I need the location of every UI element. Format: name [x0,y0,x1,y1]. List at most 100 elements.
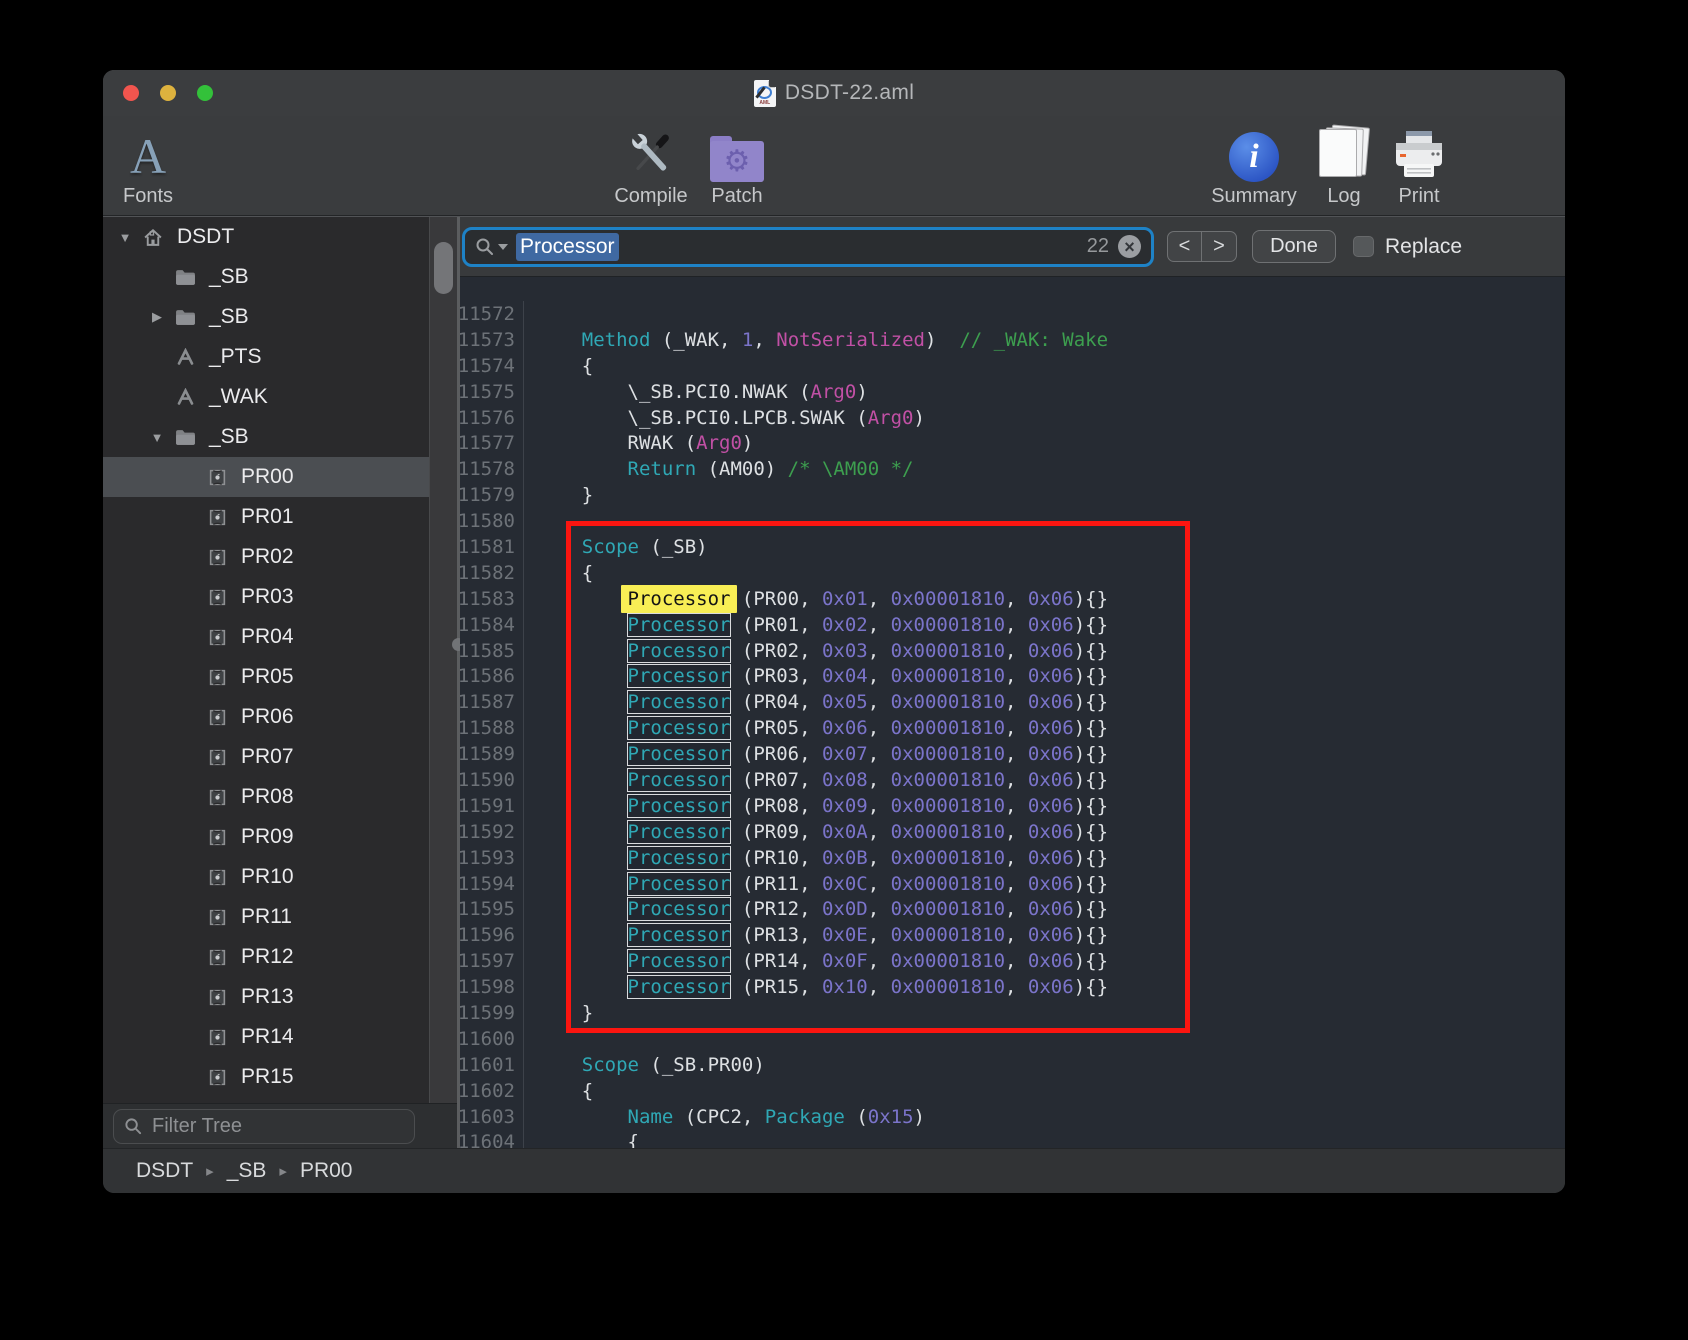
tree-item-pr11[interactable]: PR11 [103,897,429,937]
tree-item-pr10[interactable]: PR10 [103,857,429,897]
code-text: Processor (PR10, 0x0B, 0x00001810, 0x06)… [524,847,1108,869]
minimize-window-button[interactable] [160,85,176,101]
search-menu-button[interactable] [475,237,508,257]
fonts-button[interactable]: A Fonts [103,124,208,208]
code-editor[interactable]: 1157211573 Method (_WAK, 1, NotSerialize… [460,277,1565,1148]
tree-item-_pts[interactable]: _PTS [103,337,429,377]
tree-item-pr04[interactable]: PR04 [103,617,429,657]
tree-item-label: _SB [209,265,249,289]
code-line: 11580 [460,508,1565,534]
find-query-text: Processor [516,233,619,261]
replace-group: Replace [1353,235,1462,259]
log-label: Log [1327,185,1360,208]
tree-item-pr09[interactable]: PR09 [103,817,429,857]
code-line: 11586 Processor (PR03, 0x04, 0x00001810,… [460,663,1565,689]
chip-icon [201,788,233,807]
search-match: Processor [628,847,731,869]
tree-item-dsdt[interactable]: ▼DSDT [103,217,429,257]
folder-icon [169,269,201,286]
fonts-icon: A [130,124,166,182]
line-number: 11574 [460,353,524,379]
print-label: Print [1398,185,1439,208]
chevron-down-icon [498,244,508,250]
filter-tree-input[interactable]: Filter Tree [113,1109,415,1144]
previous-match-button[interactable]: < [1167,231,1202,262]
code-text: Processor (PR05, 0x06, 0x00001810, 0x06)… [524,717,1108,739]
window-controls [123,85,213,101]
filter-placeholder: Filter Tree [152,1115,242,1138]
folder-icon [169,429,201,446]
tree-item-pr07[interactable]: PR07 [103,737,429,777]
disclosure-open-icon[interactable]: ▼ [145,430,169,445]
disclosure-closed-icon[interactable]: ▶ [145,309,169,325]
find-input[interactable]: Processor 22 × [462,227,1154,267]
search-match: Processor [628,717,731,739]
line-number: 11572 [460,301,524,327]
chip-icon [201,748,233,767]
line-number: 11581 [460,534,524,560]
code-text: Processor (PR09, 0x0A, 0x00001810, 0x06)… [524,821,1108,843]
tree-item-label: PR08 [241,785,294,809]
tree-item-label: PR07 [241,745,294,769]
line-number: 11600 [460,1026,524,1052]
code-line: 11604 { [460,1130,1565,1149]
chip-icon [201,708,233,727]
tree-item-pr06[interactable]: PR06 [103,697,429,737]
tree-item-pr00[interactable]: PR00 [103,457,429,497]
chip-icon [201,868,233,887]
close-window-button[interactable] [123,85,139,101]
line-number: 11577 [460,430,524,456]
tree-item-pr01[interactable]: PR01 [103,497,429,537]
code-line: 11595 Processor (PR12, 0x0D, 0x00001810,… [460,896,1565,922]
line-number: 11576 [460,405,524,431]
next-match-button[interactable]: > [1202,231,1237,262]
tree-item-label: PR15 [241,1065,294,1089]
match-count: 22 [1087,235,1109,258]
code-text: Scope (_SB) [524,536,708,558]
chip-icon [201,1068,233,1087]
tree-item-_sb[interactable]: ▼ _SB [103,417,429,457]
sidebar-scrollbar[interactable] [429,217,457,1103]
code-text: Processor (PR06, 0x07, 0x00001810, 0x06)… [524,743,1108,765]
code-line: 11603 Name (CPC2, Package (0x15) [460,1104,1565,1130]
search-match: Processor [628,769,731,791]
zoom-window-button[interactable] [197,85,213,101]
tree-item-pr13[interactable]: PR13 [103,977,429,1017]
fonts-label: Fonts [123,185,173,208]
tree-item-pr02[interactable]: PR02 [103,537,429,577]
code-line: 11584 Processor (PR01, 0x02, 0x00001810,… [460,612,1565,638]
tree-item-pr03[interactable]: PR03 [103,577,429,617]
compile-icon [623,124,679,182]
tree-item-pr12[interactable]: PR12 [103,937,429,977]
tree-item-label: PR09 [241,825,294,849]
code-line: 11574 { [460,353,1565,379]
breadcrumb-item-pr00[interactable]: PR00 [300,1159,353,1183]
disclosure-open-icon[interactable]: ▼ [113,230,137,245]
line-number: 11580 [460,508,524,534]
tree-item-_sb[interactable]: _SB [103,257,429,297]
tree-item-_wak[interactable]: _WAK [103,377,429,417]
line-number: 11589 [460,741,524,767]
tree-item-label: _SB [209,425,249,449]
line-number: 11586 [460,663,524,689]
tree-item-label: PR02 [241,545,294,569]
clear-search-button[interactable]: × [1118,235,1141,258]
breadcrumb-item-dsdt[interactable]: DSDT [136,1159,193,1183]
code-text: Processor (PR03, 0x04, 0x00001810, 0x06)… [524,665,1108,687]
sidebar-scrollbar-thumb[interactable] [434,242,453,294]
breadcrumb-item-sb[interactable]: _SB [227,1159,267,1183]
print-button[interactable]: Print [1359,124,1479,208]
code-text: { [524,355,593,377]
tree-item-_sb[interactable]: ▶ _SB [103,297,429,337]
done-button[interactable]: Done [1252,230,1336,263]
tree-item-pr08[interactable]: PR08 [103,777,429,817]
line-number: 11604 [460,1130,524,1149]
code-line: 11591 Processor (PR08, 0x09, 0x00001810,… [460,793,1565,819]
tree-item-pr14[interactable]: PR14 [103,1017,429,1057]
tree-item-pr15[interactable]: PR15 [103,1057,429,1097]
tree-item-pr05[interactable]: PR05 [103,657,429,697]
tree-item-label: _SB [209,305,249,329]
patch-button[interactable]: ⚙ Patch [677,124,797,208]
code-line: 11590 Processor (PR07, 0x08, 0x00001810,… [460,767,1565,793]
replace-checkbox[interactable] [1353,236,1374,257]
